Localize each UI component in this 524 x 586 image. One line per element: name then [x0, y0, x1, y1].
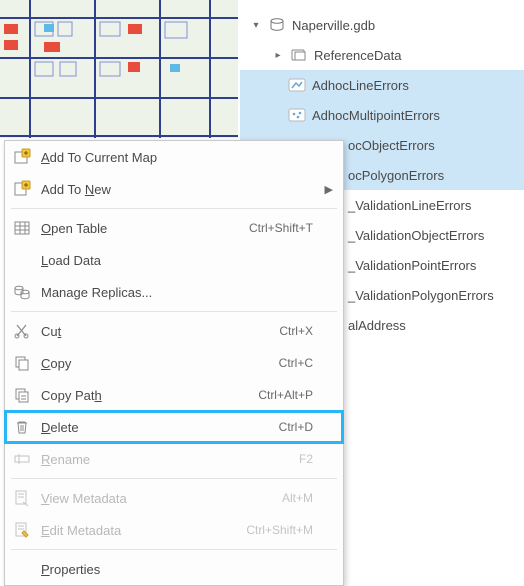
- menu-item-shortcut: Ctrl+Shift+M: [246, 523, 313, 537]
- menu-item-label: Edit Metadata: [41, 523, 236, 538]
- menu-item-label: Copy: [41, 356, 269, 371]
- menu-item-rename: Rename F2: [5, 443, 343, 475]
- menu-item-label: Open Table: [41, 221, 239, 236]
- menu-item-label: Add To New: [41, 182, 303, 197]
- menu-item-cut[interactable]: Cut Ctrl+X: [5, 315, 343, 347]
- rename-icon: [13, 450, 31, 468]
- menu-item-edit-metadata: Edit Metadata Ctrl+Shift+M: [5, 514, 343, 546]
- add-map-icon: [13, 148, 31, 166]
- menu-item-label: View Metadata: [41, 491, 272, 506]
- menu-separator: [11, 478, 337, 479]
- blank-icon: [13, 560, 31, 578]
- replicas-icon: [13, 283, 31, 301]
- menu-item-label: Copy Path: [41, 388, 248, 403]
- tree-item-label: AdhocMultipointErrors: [312, 108, 440, 123]
- menu-separator: [11, 208, 337, 209]
- copy-icon: [13, 354, 31, 372]
- menu-item-copy-path[interactable]: Copy Path Ctrl+Alt+P: [5, 379, 343, 411]
- geodatabase-icon: [268, 17, 286, 33]
- tree-node-label: Naperville.gdb: [292, 18, 375, 33]
- menu-item-shortcut: Ctrl+Alt+P: [258, 388, 313, 402]
- menu-item-shortcut: Ctrl+C: [279, 356, 313, 370]
- menu-item-shortcut: F2: [299, 452, 313, 466]
- menu-item-view-metadata: View Metadata Alt+M: [5, 482, 343, 514]
- table-icon: [13, 219, 31, 237]
- expander-icon[interactable]: ▸: [272, 49, 284, 61]
- menu-item-delete[interactable]: Delete Ctrl+D: [5, 411, 343, 443]
- menu-item-shortcut: Ctrl+D: [279, 420, 313, 434]
- menu-item-manage-replicas[interactable]: Manage Replicas...: [5, 276, 343, 308]
- menu-item-label: Delete: [41, 420, 269, 435]
- menu-separator: [11, 549, 337, 550]
- menu-item-shortcut: Ctrl+Shift+T: [249, 221, 313, 235]
- cut-icon: [13, 322, 31, 340]
- menu-item-copy[interactable]: Copy Ctrl+C: [5, 347, 343, 379]
- menu-item-label: Load Data: [41, 253, 303, 268]
- menu-item-shortcut: Ctrl+X: [279, 324, 313, 338]
- tree-node-geodatabase[interactable]: ▾ Naperville.gdb: [240, 10, 524, 40]
- tree-node-dataset[interactable]: ▸ ReferenceData: [240, 40, 524, 70]
- menu-item-properties[interactable]: Properties: [5, 553, 343, 585]
- context-menu: Add To Current Map Add To New ▶ Open Table C…: [4, 140, 344, 586]
- menu-item-shortcut: Alt+M: [282, 491, 313, 505]
- expander-icon[interactable]: ▾: [250, 19, 262, 31]
- tree-item[interactable]: AdhocLineErrors: [240, 70, 524, 100]
- menu-item-label: Properties: [41, 562, 303, 577]
- submenu-chevron-icon: ▶: [323, 183, 333, 196]
- menu-item-load-data[interactable]: Load Data: [5, 244, 343, 276]
- menu-item-label: Add To Current Map: [41, 150, 303, 165]
- add-new-icon: [13, 180, 31, 198]
- menu-item-label: Cut: [41, 324, 269, 339]
- dataset-icon: [290, 47, 308, 63]
- viewmeta-icon: [13, 489, 31, 507]
- menu-item-add-to-new[interactable]: Add To New ▶: [5, 173, 343, 205]
- menu-item-label: Rename: [41, 452, 289, 467]
- tree-item-label: AdhocLineErrors: [312, 78, 409, 93]
- editmeta-icon: [13, 521, 31, 539]
- tree-node-label: ReferenceData: [314, 48, 401, 63]
- multipoint-feature-icon: [288, 107, 306, 123]
- delete-icon: [13, 418, 31, 436]
- line-feature-icon: [288, 77, 306, 93]
- copypath-icon: [13, 386, 31, 404]
- menu-item-open-table[interactable]: Open Table Ctrl+Shift+T: [5, 212, 343, 244]
- map-preview: [0, 0, 238, 138]
- tree-item[interactable]: AdhocMultipointErrors: [240, 100, 524, 130]
- menu-item-label: Manage Replicas...: [41, 285, 303, 300]
- blank-icon: [13, 251, 31, 269]
- menu-separator: [11, 311, 337, 312]
- menu-item-add-to-current-map[interactable]: Add To Current Map: [5, 141, 343, 173]
